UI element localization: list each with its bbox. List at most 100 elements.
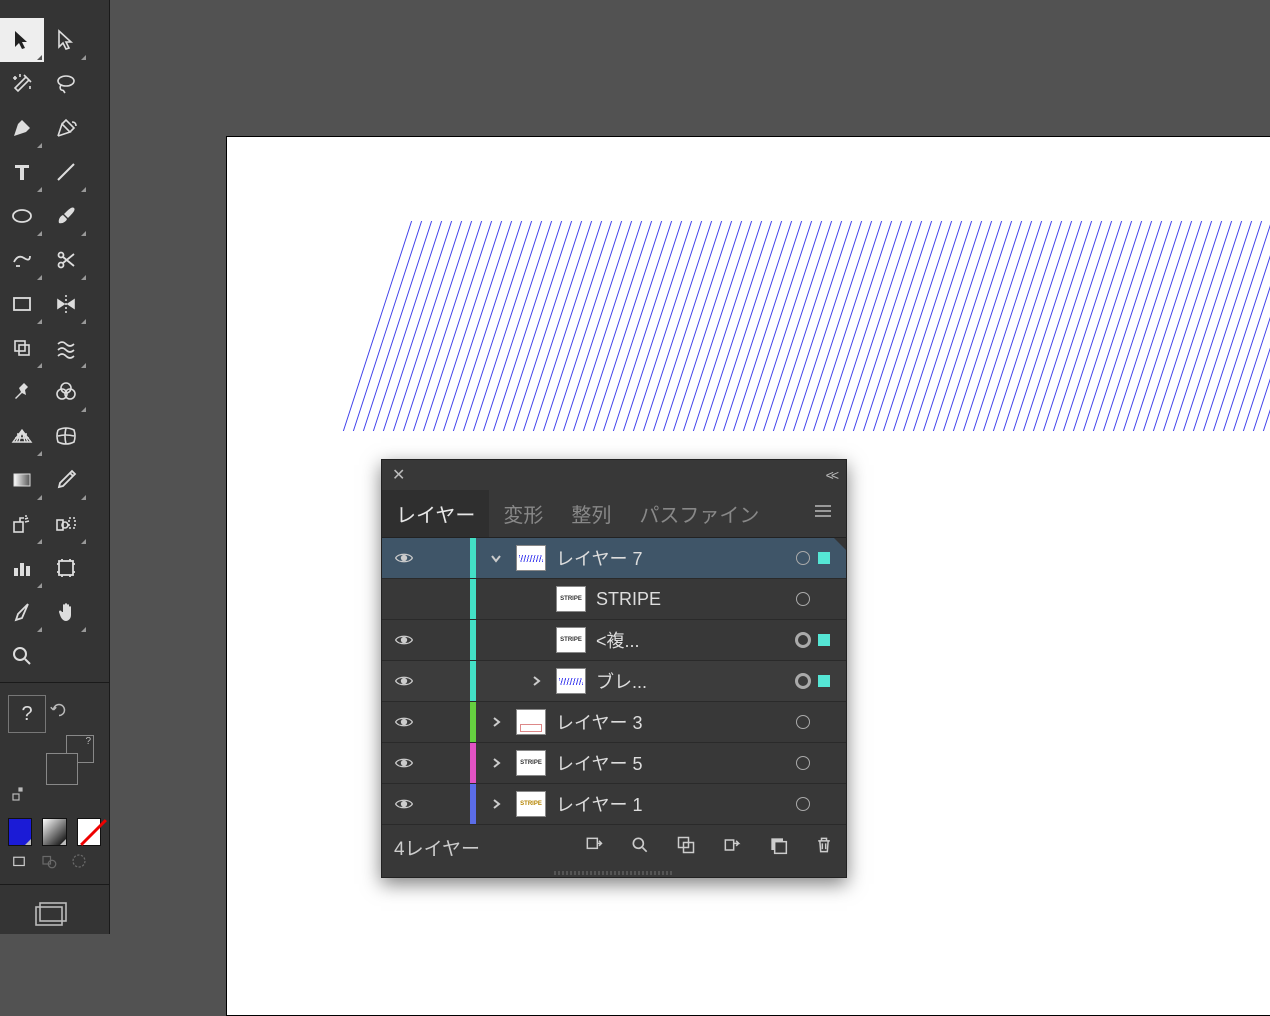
magic-wand-tool[interactable] <box>0 62 44 106</box>
layer-thumbnail <box>556 668 586 694</box>
new-sublayer-icon[interactable] <box>676 835 696 860</box>
none-swatch[interactable] <box>77 818 101 846</box>
pin-tool[interactable] <box>0 370 44 414</box>
clip-mask-icon[interactable] <box>722 835 742 860</box>
rectangle-tool[interactable] <box>0 282 44 326</box>
ellipse-tool[interactable] <box>0 194 44 238</box>
layer-row[interactable]: STRIPE STRIPE <box>382 579 846 620</box>
new-layer-icon[interactable] <box>768 835 788 860</box>
mesh-tool[interactable] <box>44 414 88 458</box>
canvas-area[interactable]: ✕ << レイヤー 変形 整列 パスファイン レイヤー 7STRIPESTRIP… <box>117 12 1270 1004</box>
panel-collapse-icon[interactable]: << <box>826 467 836 483</box>
swap-small-icon[interactable] <box>10 785 28 803</box>
hand-tool[interactable] <box>44 590 88 634</box>
reflect-tool[interactable] <box>44 282 88 326</box>
layer-name[interactable]: レイヤー 3 <box>556 709 788 735</box>
expand-arrow-icon[interactable] <box>476 797 516 811</box>
layer-thumbnail <box>516 545 546 571</box>
selection-indicator[interactable] <box>818 552 846 564</box>
layer-name[interactable]: ブレ... <box>596 668 788 694</box>
target-icon[interactable] <box>788 797 818 811</box>
gradient-tool[interactable] <box>0 458 44 502</box>
help-button[interactable]: ? <box>8 695 46 733</box>
target-icon[interactable] <box>788 756 818 770</box>
zoom-tool[interactable] <box>0 634 44 678</box>
layer-name[interactable]: STRIPE <box>596 589 788 610</box>
tab-align[interactable]: 整列 <box>557 490 625 537</box>
target-icon[interactable] <box>788 632 818 648</box>
perspective-grid-tool[interactable] <box>0 414 44 458</box>
layer-row[interactable]: STRIPEレイヤー 5 <box>382 743 846 784</box>
column-graph-tool[interactable] <box>0 546 44 590</box>
visibility-toggle[interactable] <box>382 551 426 565</box>
layer-name[interactable]: レイヤー 1 <box>556 791 788 817</box>
expand-arrow-icon[interactable] <box>476 551 516 565</box>
expand-arrow-icon[interactable] <box>516 674 556 688</box>
target-icon[interactable] <box>788 551 818 565</box>
pen-tool[interactable] <box>0 106 44 150</box>
edit-toggle-icon[interactable] <box>48 699 70 721</box>
edit-mode-section: ? ? <box>0 691 109 812</box>
symbol-sprayer-tool[interactable] <box>0 502 44 546</box>
tab-pathfinder[interactable]: パスファイン <box>625 490 773 537</box>
visibility-toggle[interactable] <box>382 674 426 688</box>
layer-name[interactable]: レイヤー 5 <box>556 750 788 776</box>
layer-thumbnail <box>516 709 546 735</box>
slice-tool[interactable] <box>0 590 44 634</box>
tab-layers[interactable]: レイヤー <box>382 490 489 537</box>
visibility-toggle[interactable] <box>382 715 426 729</box>
lasso-tool[interactable] <box>44 62 88 106</box>
layer-thumbnail: STRIPE <box>556 627 586 653</box>
layer-name[interactable]: <複... <box>596 627 788 653</box>
curvature-tool[interactable] <box>44 106 88 150</box>
layer-thumbnail: STRIPE <box>516 791 546 817</box>
blend-tool[interactable] <box>44 502 88 546</box>
selection-tool[interactable] <box>0 18 44 62</box>
layer-row[interactable]: レイヤー 7 <box>382 538 846 579</box>
target-icon[interactable] <box>788 673 818 689</box>
layer-name[interactable]: レイヤー 7 <box>556 545 788 571</box>
expand-arrow-icon[interactable] <box>476 715 516 729</box>
draw-inside-icon[interactable] <box>68 852 90 870</box>
shape-builder-tool[interactable] <box>44 370 88 414</box>
selection-indicator[interactable] <box>818 634 846 646</box>
fill-stroke-swap[interactable]: ? <box>46 735 94 785</box>
panel-resize-handle[interactable] <box>382 869 846 877</box>
shaper-tool[interactable] <box>0 238 44 282</box>
layer-row[interactable]: レイヤー 3 <box>382 702 846 743</box>
type-tool[interactable] <box>0 150 44 194</box>
gradient-swatch[interactable] <box>42 818 66 846</box>
layer-thumbnail: STRIPE <box>556 586 586 612</box>
layer-row[interactable]: STRIPE <複... <box>382 620 846 661</box>
layer-row[interactable]: ブレ... <box>382 661 846 702</box>
artboard-tool[interactable] <box>44 546 88 590</box>
target-icon[interactable] <box>788 592 818 606</box>
eyedropper-tool[interactable] <box>44 458 88 502</box>
direct-selection-tool[interactable] <box>44 18 88 62</box>
visibility-toggle[interactable] <box>382 633 426 647</box>
layers-panel: ✕ << レイヤー 変形 整列 パスファイン レイヤー 7STRIPESTRIP… <box>381 459 847 878</box>
warp-tool[interactable] <box>44 326 88 370</box>
visibility-toggle[interactable] <box>382 797 426 811</box>
locate-object-icon[interactable] <box>584 835 604 860</box>
free-transform-tool[interactable] <box>0 326 44 370</box>
paintbrush-tool[interactable] <box>44 194 88 238</box>
expand-arrow-icon[interactable] <box>476 756 516 770</box>
panel-menu-icon[interactable] <box>814 504 832 523</box>
visibility-toggle[interactable] <box>382 756 426 770</box>
layer-row[interactable]: STRIPE レイヤー 1 <box>382 784 846 825</box>
draw-behind-icon[interactable] <box>38 852 60 870</box>
line-tool[interactable] <box>44 150 88 194</box>
scissors-tool[interactable] <box>44 238 88 282</box>
screen-mode-icon[interactable] <box>0 893 109 934</box>
target-icon[interactable] <box>788 715 818 729</box>
delete-layer-icon[interactable] <box>814 835 834 860</box>
selection-indicator[interactable] <box>818 675 846 687</box>
panel-close-icon[interactable]: ✕ <box>392 465 405 485</box>
stripe-artwork <box>343 221 1270 431</box>
fill-color-swatch[interactable] <box>8 818 32 846</box>
draw-normal-icon[interactable] <box>8 852 30 870</box>
search-layer-icon[interactable] <box>630 835 650 860</box>
panel-tabs: レイヤー 変形 整列 パスファイン <box>382 490 846 538</box>
tab-transform[interactable]: 変形 <box>489 490 557 537</box>
